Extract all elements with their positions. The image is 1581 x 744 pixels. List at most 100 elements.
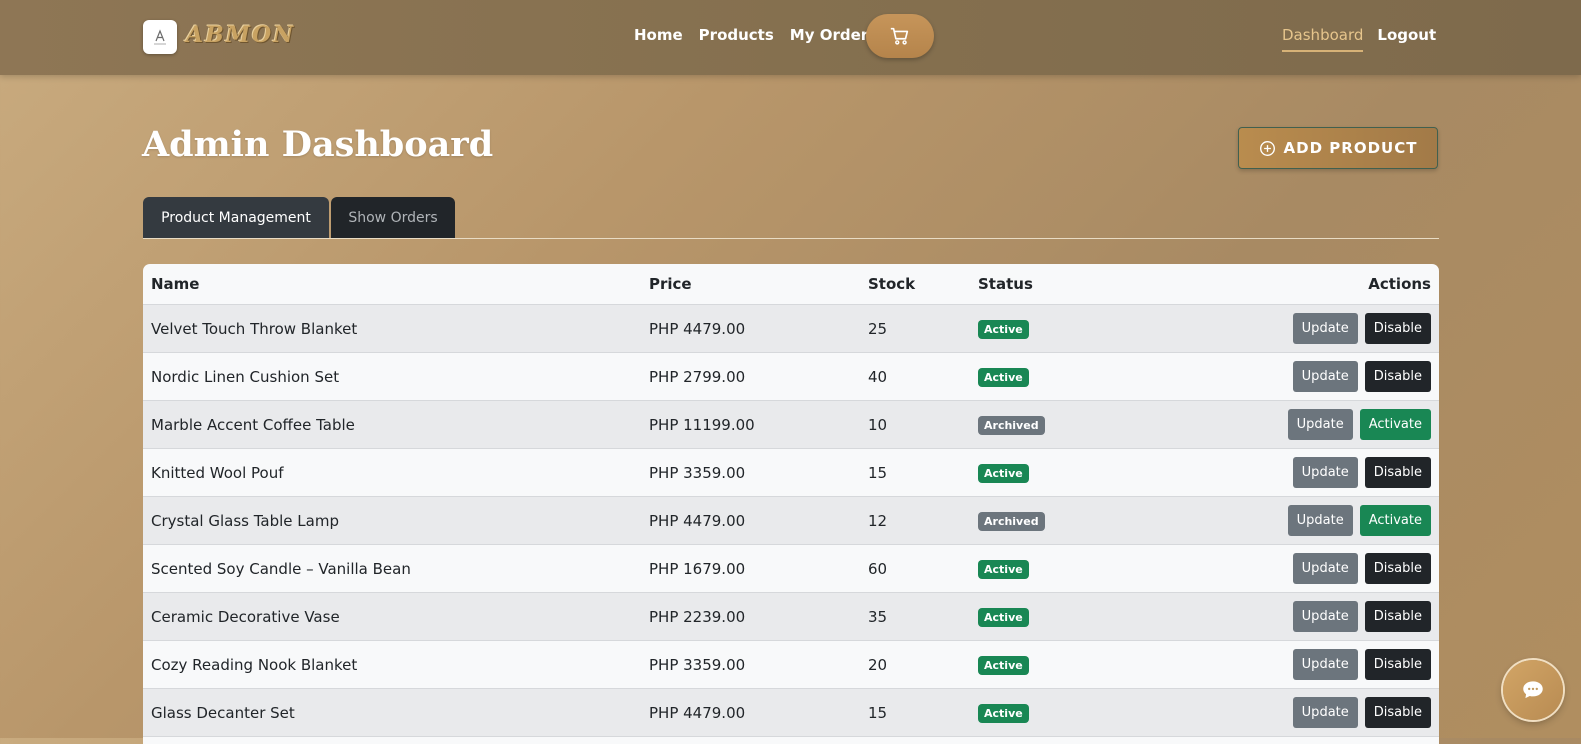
add-product-label: ADD PRODUCT: [1283, 139, 1418, 157]
status-badge: Active: [978, 463, 1029, 483]
column-header-status: Status: [970, 264, 1190, 305]
update-button[interactable]: Update: [1287, 505, 1353, 536]
row-actions: Update Disable: [1190, 688, 1439, 737]
products-table-container: Name Price Stock Status Actions Velvet T…: [143, 264, 1439, 744]
product-price: PHP 4479.00: [641, 304, 860, 353]
update-button[interactable]: Update: [1292, 553, 1358, 584]
chat-icon: [1523, 681, 1543, 699]
product-name: Cozy Reading Nook Blanket: [143, 640, 641, 689]
table-row: Velvet Touch Throw Blanket PHP 4479.00 25 A…: [143, 304, 1439, 353]
column-header-stock: Stock: [860, 264, 970, 305]
product-status-cell: Archived: [970, 400, 1190, 449]
product-price: PHP 2799.00: [641, 352, 860, 401]
product-status-cell: Active: [970, 448, 1190, 497]
table-row: Glass Decanter Set PHP 4479.00 15 Active Upd…: [143, 688, 1439, 737]
update-button[interactable]: Update: [1287, 409, 1353, 440]
brand-logo[interactable]: [143, 20, 177, 54]
nav-logout-link[interactable]: Logout: [1377, 26, 1436, 52]
product-name: Crystal Glass Table Lamp: [143, 496, 641, 545]
cart-icon: [890, 27, 909, 45]
disable-button[interactable]: Disable: [1364, 361, 1431, 392]
update-button[interactable]: Update: [1292, 697, 1358, 728]
disable-button[interactable]: Disable: [1364, 313, 1431, 344]
table-row: Ceramic Decorative Vase PHP 2239.00 35 Acti…: [143, 592, 1439, 641]
row-actions: Update Activate: [1190, 496, 1439, 545]
row-actions: Update Disable: [1190, 592, 1439, 641]
add-product-button[interactable]: ADD PRODUCT: [1238, 127, 1438, 169]
table-row: Nordic Linen Cushion Set PHP 2799.00 40 Act…: [143, 352, 1439, 401]
row-actions: Update Disable: [1190, 352, 1439, 401]
disable-button[interactable]: Disable: [1364, 649, 1431, 680]
product-price: PHP 4479.00: [641, 496, 860, 545]
product-status-cell: Active: [970, 304, 1190, 353]
disable-button[interactable]: Disable: [1364, 553, 1431, 584]
row-actions: Update Disable: [1190, 448, 1439, 497]
table-row: Marble Accent Coffee Table PHP 11199.00 10…: [143, 400, 1439, 449]
product-stock: 10: [860, 400, 970, 449]
brand-name[interactable]: ABMON: [186, 22, 295, 48]
product-name: Velvet Touch Throw Blanket: [143, 304, 641, 353]
product-name: Nordic Linen Cushion Set: [143, 352, 641, 401]
update-button[interactable]: Update: [1292, 601, 1358, 632]
product-stock: 35: [860, 592, 970, 641]
activate-button[interactable]: Activate: [1359, 409, 1431, 440]
nav-products-link[interactable]: Products: [699, 26, 774, 44]
nav-my-orders-link[interactable]: My Orders: [790, 26, 877, 44]
product-status-cell: Active: [970, 352, 1190, 401]
table-header-row: Name Price Stock Status Actions: [143, 264, 1439, 305]
nav-home-link[interactable]: Home: [634, 26, 683, 44]
update-button[interactable]: Update: [1292, 313, 1358, 344]
tab-show-orders[interactable]: Show Orders: [331, 197, 455, 238]
table-row: Knitted Wool Pouf PHP 3359.00 15 Active Upda…: [143, 448, 1439, 497]
product-stock: 12: [860, 496, 970, 545]
status-badge: Active: [978, 655, 1029, 675]
status-badge: Active: [978, 319, 1029, 339]
product-price: PHP 3359.00: [641, 448, 860, 497]
product-status-cell: Archived: [970, 496, 1190, 545]
column-header-name: Name: [143, 264, 641, 305]
product-stock: 60: [860, 544, 970, 593]
table-row: Cozy Reading Nook Blanket PHP 3359.00 20 Ac…: [143, 640, 1439, 689]
column-header-actions: Actions: [1190, 264, 1439, 305]
main-nav: Home Products My Orders: [634, 26, 877, 44]
update-button[interactable]: Update: [1292, 649, 1358, 680]
tab-divider: [143, 238, 1439, 239]
activate-button[interactable]: Activate: [1359, 505, 1431, 536]
disable-button[interactable]: Disable: [1364, 697, 1431, 728]
status-badge: Archived: [978, 415, 1045, 435]
product-price: PHP 3359.00: [641, 640, 860, 689]
product-name: Marble Accent Coffee Table: [143, 400, 641, 449]
status-badge: Active: [978, 703, 1029, 723]
product-stock: 40: [860, 352, 970, 401]
status-badge: Active: [978, 559, 1029, 579]
product-stock: 15: [860, 448, 970, 497]
product-status-cell: Active: [970, 592, 1190, 641]
product-price: PHP 4479.00: [641, 688, 860, 737]
product-name: Glass Decanter Set: [143, 688, 641, 737]
product-price: PHP 11199.00: [641, 400, 860, 449]
status-badge: Active: [978, 607, 1029, 627]
dashboard-tabs: Product Management Show Orders: [143, 197, 455, 238]
nav-dashboard-link[interactable]: Dashboard: [1282, 26, 1364, 52]
navbar: ABMON Home Products My Orders Dashboard …: [0, 0, 1581, 75]
column-header-price: Price: [641, 264, 860, 305]
page-title: Admin Dashboard: [142, 124, 494, 165]
account-nav: Dashboard Logout: [1282, 26, 1436, 52]
disable-button[interactable]: Disable: [1364, 601, 1431, 632]
status-badge: Active: [978, 367, 1029, 387]
cart-button[interactable]: [866, 14, 934, 58]
row-actions: Update Disable: [1190, 304, 1439, 353]
disable-button[interactable]: Disable: [1364, 457, 1431, 488]
table-row: Scented Soy Candle – Vanilla Bean PHP 167…: [143, 544, 1439, 593]
row-actions: Update Disable: [1190, 640, 1439, 689]
product-name: Ceramic Decorative Vase: [143, 592, 641, 641]
tab-product-management[interactable]: Product Management: [143, 197, 329, 238]
product-price: PHP 1679.00: [641, 544, 860, 593]
product-price: PHP 2239.00: [641, 592, 860, 641]
product-status-cell: Active: [970, 688, 1190, 737]
logo-icon: [154, 29, 166, 45]
update-button[interactable]: Update: [1292, 457, 1358, 488]
plus-circle-icon: [1259, 140, 1275, 156]
update-button[interactable]: Update: [1292, 361, 1358, 392]
chat-button[interactable]: [1503, 660, 1563, 720]
